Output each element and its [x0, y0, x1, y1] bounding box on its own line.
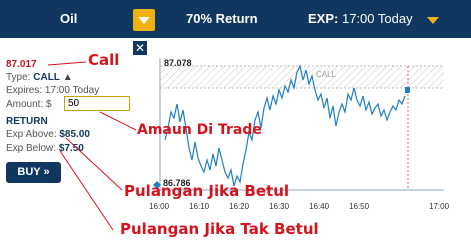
amount-annotation: Amaun Di Trade: [137, 122, 262, 138]
call-annotation: Call: [88, 51, 120, 69]
call-zone-label: CALL: [316, 70, 337, 79]
payout-win-annotation: Pulangan Jika Betul: [124, 182, 290, 200]
x-tick: 17:00: [429, 202, 450, 211]
x-tick: 16:10: [189, 202, 210, 211]
x-tick: 16:40: [309, 202, 330, 211]
top-price-label: 87.078: [164, 58, 192, 68]
x-axis-ticks: 16:00 16:10 16:20 16:30 16:40 16:50 17:0…: [149, 202, 450, 211]
lose-annotation-line: [59, 150, 114, 231]
amount-annotation-line: [99, 111, 137, 131]
current-price-marker: [405, 87, 410, 93]
x-tick: 16:50: [349, 202, 370, 211]
x-tick: 16:00: [149, 202, 170, 211]
payout-lose-annotation: Pulangan Jika Tak Betul: [120, 220, 319, 238]
win-annotation-line: [65, 137, 123, 191]
call-annotation-line: [47, 61, 87, 66]
x-tick: 16:20: [229, 202, 250, 211]
x-tick: 16:30: [269, 202, 290, 211]
